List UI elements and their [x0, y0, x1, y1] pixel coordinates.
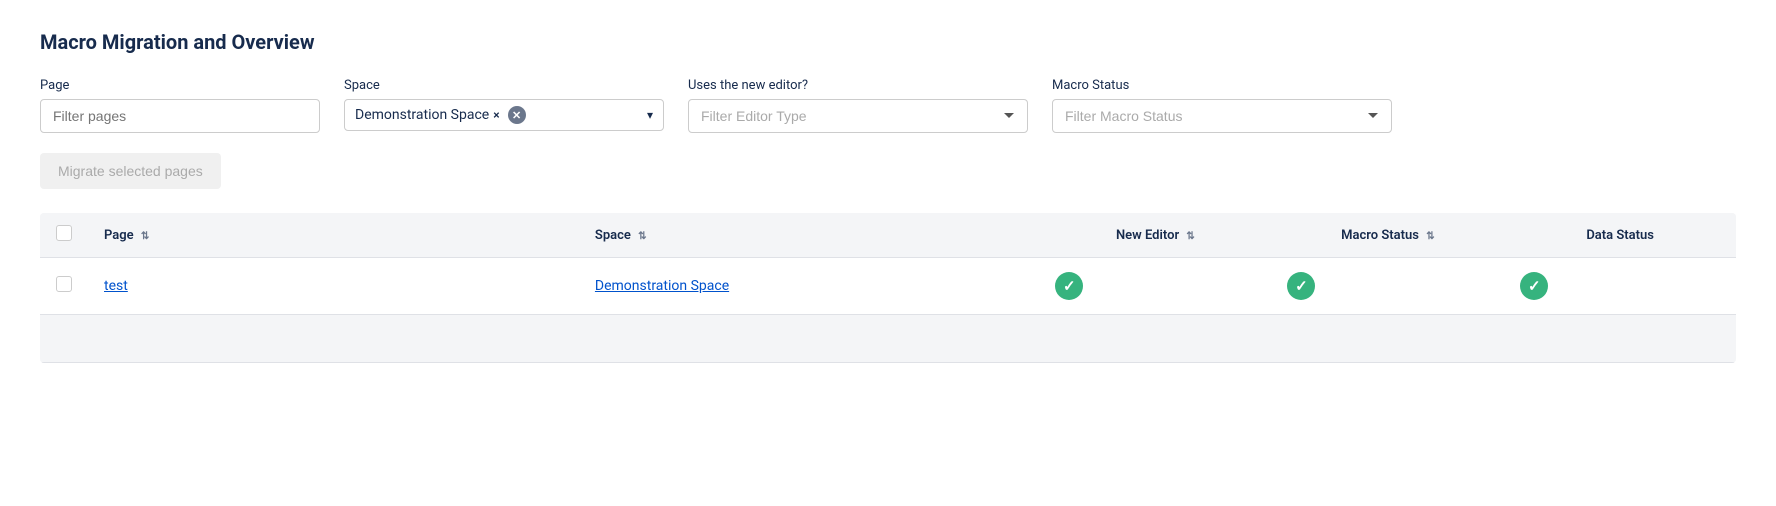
table-container: Page ⇅ Space ⇅ New Editor ⇅ Macro Status…	[40, 213, 1736, 363]
space-link[interactable]: Demonstration Space	[595, 278, 729, 294]
data-check: ✓	[1528, 277, 1541, 295]
page-sort-icon[interactable]: ⇅	[141, 231, 149, 242]
space-clear-icon[interactable]: ✕	[508, 106, 526, 124]
editor-filter-select[interactable]: Filter Editor Type	[688, 99, 1028, 133]
page-link[interactable]: test	[104, 278, 128, 294]
page-title: Macro Migration and Overview	[40, 30, 1736, 54]
empty-row-cell	[40, 315, 1736, 363]
editor-filter-label: Uses the new editor?	[688, 78, 1028, 93]
new-editor-status-icon: ✓	[1055, 272, 1083, 300]
header-new-editor[interactable]: New Editor ⇅	[1039, 213, 1271, 258]
select-all-checkbox[interactable]	[56, 225, 72, 241]
macro-filter-group: Macro Status Filter Macro Status	[1052, 78, 1392, 133]
row-data-cell: ✓	[1504, 258, 1736, 315]
editor-sort-icon[interactable]: ⇅	[1186, 231, 1194, 242]
data-status-icon: ✓	[1520, 272, 1548, 300]
row-checkbox-cell	[40, 258, 88, 315]
empty-row	[40, 315, 1736, 363]
space-tag-remove-icon[interactable]: ×	[493, 108, 499, 122]
table-header-row: Page ⇅ Space ⇅ New Editor ⇅ Macro Status…	[40, 213, 1736, 258]
row-editor-cell: ✓	[1039, 258, 1271, 315]
macro-check: ✓	[1295, 277, 1308, 295]
table-row: test Demonstration Space ✓ ✓	[40, 258, 1736, 315]
macro-filter-select[interactable]: Filter Macro Status	[1052, 99, 1392, 133]
space-tag-text: Demonstration Space	[355, 107, 489, 123]
space-tag: Demonstration Space ×	[355, 107, 500, 123]
header-macro-status[interactable]: Macro Status ⇅	[1271, 213, 1504, 258]
page-filter-input[interactable]	[40, 99, 320, 133]
macro-status-icon: ✓	[1287, 272, 1315, 300]
row-page-cell: test	[88, 258, 579, 315]
header-data-status: Data Status	[1504, 213, 1736, 258]
row-space-cell: Demonstration Space	[579, 258, 1039, 315]
macro-filter-label: Macro Status	[1052, 78, 1392, 93]
space-sort-icon[interactable]: ⇅	[638, 231, 646, 242]
header-macro-status-label: Macro Status	[1341, 228, 1419, 243]
space-filter-label: Space	[344, 78, 664, 93]
header-page[interactable]: Page ⇅	[88, 213, 579, 258]
row-checkbox[interactable]	[56, 276, 72, 292]
header-data-status-label: Data Status	[1586, 228, 1654, 243]
space-clear-x: ✕	[512, 109, 521, 122]
pages-table: Page ⇅ Space ⇅ New Editor ⇅ Macro Status…	[40, 213, 1736, 363]
editor-filter-group: Uses the new editor? Filter Editor Type	[688, 78, 1028, 133]
space-select-box[interactable]: Demonstration Space × ✕ ▾	[344, 99, 664, 131]
header-space-label: Space	[595, 228, 631, 243]
row-macro-cell: ✓	[1271, 258, 1504, 315]
header-new-editor-label: New Editor	[1116, 228, 1179, 243]
page-filter-label: Page	[40, 78, 320, 93]
space-chevron-icon[interactable]: ▾	[647, 108, 653, 122]
header-space[interactable]: Space ⇅	[579, 213, 1039, 258]
macro-sort-icon[interactable]: ⇅	[1426, 231, 1434, 242]
header-checkbox-cell	[40, 213, 88, 258]
migrate-selected-pages-button[interactable]: Migrate selected pages	[40, 153, 221, 189]
new-editor-check: ✓	[1063, 277, 1076, 295]
space-filter-group: Space Demonstration Space × ✕ ▾	[344, 78, 664, 131]
header-page-label: Page	[104, 228, 134, 243]
filters-row: Page Space Demonstration Space × ✕ ▾ Use…	[40, 78, 1736, 133]
page-filter-group: Page	[40, 78, 320, 133]
